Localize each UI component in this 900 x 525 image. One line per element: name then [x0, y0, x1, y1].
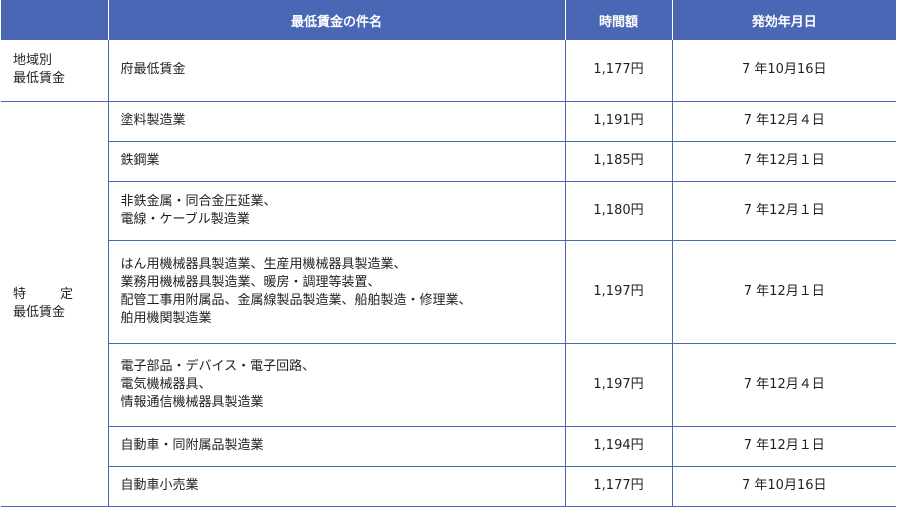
wage-name-line: 電線・ケーブル製造業: [120, 211, 250, 227]
specific-category-cell: 特 定 最低賃金: [1, 101, 108, 507]
wage-name-line: 電子部品・デバイス・電子回路、: [120, 358, 316, 374]
wage-amount-cell: 1,185円: [564, 141, 672, 182]
header-category: [1, 0, 109, 40]
wage-name-line: 自動車小売業: [120, 478, 199, 493]
table-header-row: 最低賃金の件名 時間額 発効年月日: [1, 0, 896, 40]
table-row: 自動車・同附属品製造業 1,194円 7 年12月１日: [1, 426, 896, 467]
regional-category-cell: 地域別 最低賃金: [1, 40, 108, 102]
wage-amount-cell: 1,197円: [564, 343, 672, 427]
table-row: 地域別 最低賃金 府最低賃金 1,177円 7 年10月16日: [1, 40, 896, 102]
specific-line1-char-a: 特: [13, 286, 27, 302]
wage-name-line: 自動車・同附属品製造業: [120, 438, 264, 453]
specific-line1-char-b: 定: [59, 286, 73, 302]
effective-date-cell: 7 年10月16日: [671, 466, 896, 507]
regional-line2: 最低賃金: [13, 71, 66, 87]
wage-name-cell: はん用機械器具製造業、生産用機械器具製造業、 業務用機械器具製造業、暖房・調理等…: [107, 240, 565, 344]
regional-line1: 地域別: [13, 53, 53, 69]
wage-name-cell: 自動車小売業: [107, 466, 565, 507]
table-row: 電子部品・デバイス・電子回路、 電気機械器具、 情報通信機械器具製造業 1,19…: [1, 343, 896, 427]
minimum-wage-table: 最低賃金の件名 時間額 発効年月日 地域別 最低賃金 府最低賃金 1,177円 …: [1, 0, 896, 507]
wage-amount-cell: 1,180円: [564, 181, 672, 241]
wage-name-cell: 府最低賃金: [107, 40, 565, 102]
table-row: 自動車小売業 1,177円 7 年10月16日: [1, 466, 896, 507]
wage-name-cell: 非鉄金属・同合金圧延業、 電線・ケーブル製造業: [107, 181, 565, 241]
wage-name-line: 非鉄金属・同合金圧延業、: [120, 193, 277, 209]
wage-name-cell: 鉄鋼業: [107, 141, 565, 182]
wage-name-line: 情報通信機械器具製造業: [120, 394, 264, 410]
effective-date-cell: 7 年12月４日: [671, 343, 896, 427]
wage-name-cell: 自動車・同附属品製造業: [107, 426, 565, 467]
effective-date-cell: 7 年12月１日: [671, 240, 896, 344]
wage-amount-cell: 1,194円: [564, 426, 672, 467]
wage-name-line: 塗料製造業: [120, 113, 186, 128]
specific-line1: 特 定: [13, 286, 73, 304]
wage-name-line: 舶用機関製造業: [120, 310, 212, 326]
header-name: 最低賃金の件名: [107, 0, 566, 40]
wage-name-line: 配管工事用附属品、金属線製品製造業、船舶製造・修理業、: [120, 292, 472, 308]
wage-name-line: 府最低賃金: [120, 62, 186, 78]
table-row: 非鉄金属・同合金圧延業、 電線・ケーブル製造業 1,180円 7 年12月１日: [1, 181, 896, 241]
specific-line2: 最低賃金: [13, 304, 66, 320]
table-row: 鉄鋼業 1,185円 7 年12月１日: [1, 141, 896, 182]
header-wage: 時間額: [564, 0, 673, 40]
wage-name-line: 電気機械器具、: [120, 376, 212, 392]
header-date: 発効年月日: [671, 0, 896, 40]
effective-date-cell: 7 年10月16日: [671, 40, 896, 102]
table-row: 特 定 最低賃金 塗料製造業 1,191円 7 年12月４日: [1, 101, 896, 507]
wage-amount-cell: 1,197円: [564, 240, 672, 344]
wage-name-line: 鉄鋼業: [120, 153, 160, 168]
wage-name-line: 業務用機械器具製造業、暖房・調理等装置、: [120, 274, 381, 290]
table-row: はん用機械器具製造業、生産用機械器具製造業、 業務用機械器具製造業、暖房・調理等…: [1, 240, 896, 344]
wage-name-line: はん用機械器具製造業、生産用機械器具製造業、: [120, 256, 407, 272]
wage-name-cell: 塗料製造業: [107, 101, 565, 142]
effective-date-cell: 7 年12月１日: [671, 426, 896, 467]
wage-name-cell: 電子部品・デバイス・電子回路、 電気機械器具、 情報通信機械器具製造業: [107, 343, 565, 427]
wage-amount-cell: 1,191円: [564, 101, 672, 142]
effective-date-cell: 7 年12月１日: [671, 181, 896, 241]
wage-amount-cell: 1,177円: [564, 466, 672, 507]
effective-date-cell: 7 年12月１日: [671, 141, 896, 182]
effective-date-cell: 7 年12月４日: [671, 101, 896, 142]
wage-amount-cell: 1,177円: [564, 40, 672, 102]
